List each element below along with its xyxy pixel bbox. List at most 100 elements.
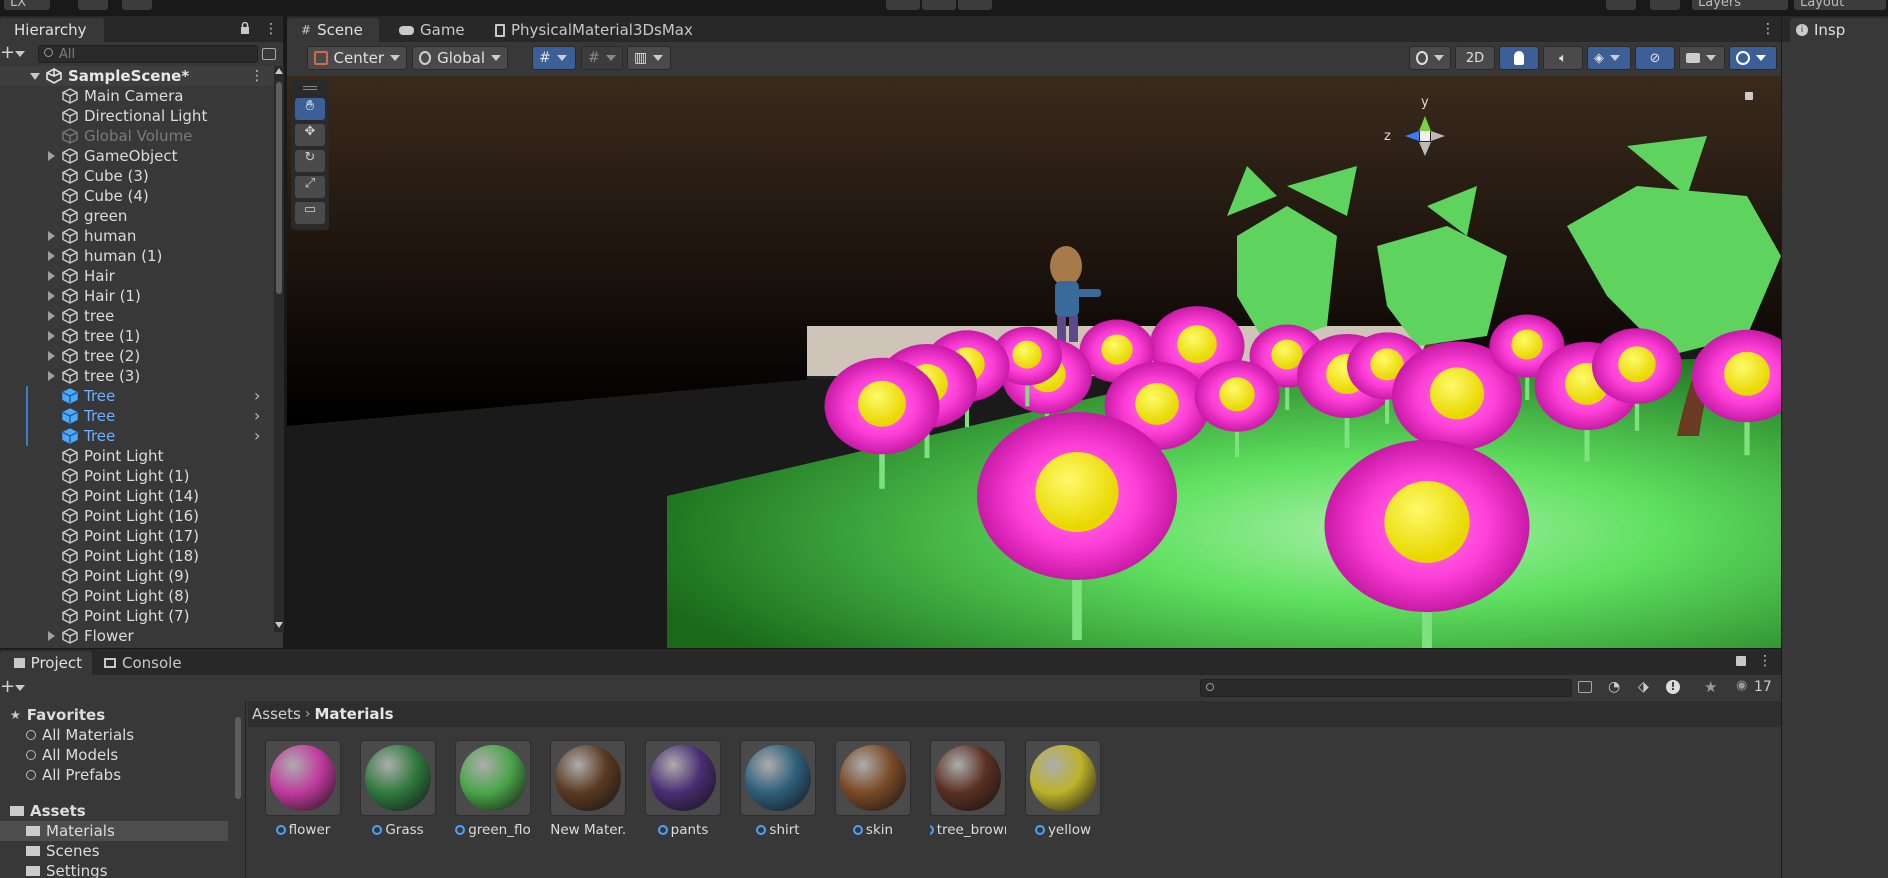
tab-inspector[interactable]: i Insp: [1790, 18, 1888, 42]
pause-button[interactable]: [922, 0, 956, 10]
breadcrumb-item[interactable]: Assets: [252, 705, 301, 723]
hierarchy-item[interactable]: Flower: [0, 626, 274, 646]
hierarchy-scrollbar[interactable]: [274, 66, 284, 632]
material-asset[interactable]: yellow: [1025, 740, 1101, 838]
lighting-toggle[interactable]: [1499, 46, 1539, 70]
expand-arrow-icon[interactable]: [48, 291, 55, 301]
hierarchy-scroll-thumb[interactable]: [276, 82, 282, 294]
filter-by-type-icon[interactable]: ◔: [1608, 679, 1620, 695]
gizmos-dropdown[interactable]: [1729, 46, 1777, 70]
chevron-down-icon[interactable]: [30, 73, 40, 80]
hierarchy-item[interactable]: Point Light (7): [0, 606, 274, 626]
lock-icon[interactable]: [1736, 656, 1746, 666]
hierarchy-item[interactable]: Point Light (14): [0, 486, 274, 506]
folder-item[interactable]: Scenes: [26, 841, 100, 861]
space-mode-dropdown[interactable]: Global: [412, 46, 508, 70]
chevron-down-icon[interactable]: [15, 685, 25, 691]
folder-item-selected[interactable]: Materials: [0, 821, 228, 841]
more-options-icon[interactable]: ⋮: [264, 21, 278, 37]
hierarchy-item[interactable]: green: [0, 206, 274, 226]
expand-arrow-icon[interactable]: [48, 351, 55, 361]
hierarchy-item[interactable]: Point Light (1): [0, 466, 274, 486]
project-search-input[interactable]: [1200, 679, 1572, 697]
collab-button[interactable]: [122, 0, 152, 10]
hierarchy-item[interactable]: human (1): [0, 246, 274, 266]
rect-tool-button[interactable]: ▭: [295, 202, 325, 224]
account-button[interactable]: LX: [4, 0, 50, 10]
star-icon[interactable]: ★: [1704, 678, 1717, 696]
tab-game[interactable]: Game: [391, 18, 473, 42]
lock-icon[interactable]: [240, 20, 250, 34]
hierarchy-item[interactable]: Hair (1): [0, 286, 274, 306]
assets-header[interactable]: Assets: [10, 801, 86, 821]
tab-console[interactable]: Console: [96, 651, 190, 675]
lock-icon[interactable]: [1745, 92, 1753, 100]
scene-header-row[interactable]: SampleScene* ⋮: [0, 66, 274, 86]
grid-visibility-button[interactable]: ▥: [627, 46, 671, 70]
material-asset[interactable]: flower: [265, 740, 341, 838]
hierarchy-item[interactable]: GameObject: [0, 146, 274, 166]
pivot-mode-dropdown[interactable]: Center: [307, 46, 407, 70]
layers-dropdown[interactable]: Layers: [1692, 0, 1788, 10]
expand-arrow-icon[interactable]: [48, 371, 55, 381]
tab-project[interactable]: Project: [0, 651, 92, 675]
filter-by-label-icon[interactable]: ⬗: [1638, 679, 1649, 695]
favorite-item[interactable]: All Prefabs: [26, 765, 121, 785]
grid-snap-button[interactable]: #: [532, 46, 576, 70]
chevron-right-icon[interactable]: ›: [254, 426, 260, 446]
add-object-button[interactable]: +: [0, 42, 15, 63]
tab-scene[interactable]: # Scene: [287, 18, 379, 42]
expand-arrow-icon[interactable]: [48, 311, 55, 321]
draw-mode-dropdown[interactable]: [1409, 46, 1451, 70]
hierarchy-item[interactable]: Point Light (9): [0, 566, 274, 586]
expand-arrow-icon[interactable]: [48, 631, 55, 641]
scroll-up-icon[interactable]: [275, 68, 283, 74]
material-asset[interactable]: New Mater...: [550, 740, 626, 838]
folder-item[interactable]: Settings: [26, 861, 108, 878]
effects-dropdown[interactable]: ◈: [1587, 46, 1631, 70]
expand-arrow-icon[interactable]: [48, 231, 55, 241]
hierarchy-item[interactable]: tree (1): [0, 326, 274, 346]
hierarchy-item[interactable]: Directional Light: [0, 106, 274, 126]
material-asset[interactable]: shirt: [740, 740, 816, 838]
hierarchy-item[interactable]: Tree ›: [0, 386, 274, 406]
hierarchy-item[interactable]: tree: [0, 306, 274, 326]
expand-arrow-icon[interactable]: [48, 271, 55, 281]
material-asset[interactable]: Grass: [360, 740, 436, 838]
hierarchy-item[interactable]: Cube (4): [0, 186, 274, 206]
folder-tree-scroll-thumb[interactable]: [235, 717, 241, 799]
hierarchy-item[interactable]: Global Volume: [0, 126, 274, 146]
increment-snap-button[interactable]: #: [581, 46, 623, 70]
hierarchy-item[interactable]: Hair: [0, 266, 274, 286]
expand-arrow-icon[interactable]: [48, 251, 55, 261]
hierarchy-item[interactable]: Point Light (8): [0, 586, 274, 606]
expand-arrow-icon[interactable]: [48, 331, 55, 341]
create-button[interactable]: +: [0, 676, 15, 697]
scene-options-icon[interactable]: ⋮: [250, 66, 264, 86]
search-in-folder-icon[interactable]: [1578, 681, 1592, 693]
tab-physical-material[interactable]: PhysicalMaterial3DsMax: [487, 18, 701, 42]
scene-viewport[interactable]: y z ✋︎ ✥ ↻ ⤢ ▭: [287, 76, 1781, 648]
history-button[interactable]: [1606, 0, 1636, 10]
hierarchy-item[interactable]: tree (2): [0, 346, 274, 366]
more-options-icon[interactable]: ⋮: [1761, 21, 1775, 37]
folder-tree-scrollbar[interactable]: [232, 701, 244, 878]
cloud-button[interactable]: [78, 0, 108, 10]
favorite-item[interactable]: All Models: [26, 745, 118, 765]
material-asset[interactable]: skin: [835, 740, 911, 838]
chevron-right-icon[interactable]: ›: [254, 406, 260, 426]
tab-hierarchy[interactable]: Hierarchy: [0, 18, 104, 42]
rotate-tool-button[interactable]: ↻: [295, 150, 325, 172]
layout-dropdown[interactable]: Layout: [1794, 0, 1886, 10]
material-asset[interactable]: green_flo: [455, 740, 531, 838]
camera-dropdown[interactable]: [1679, 46, 1725, 70]
more-options-icon[interactable]: ⋮: [1758, 653, 1772, 669]
chevron-right-icon[interactable]: ›: [254, 386, 260, 406]
hierarchy-item[interactable]: Point Light (16): [0, 506, 274, 526]
search-button[interactable]: [1650, 0, 1680, 10]
hierarchy-item[interactable]: human: [0, 226, 274, 246]
hierarchy-item[interactable]: Tree ›: [0, 426, 274, 446]
material-asset[interactable]: tree_brown: [930, 740, 1006, 838]
hierarchy-item[interactable]: Point Light (17): [0, 526, 274, 546]
play-button[interactable]: [886, 0, 920, 10]
